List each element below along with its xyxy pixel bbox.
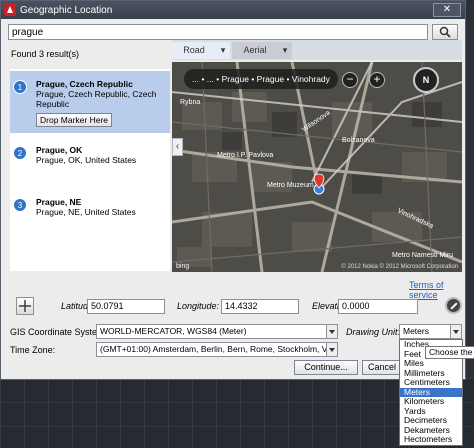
drop-marker-button[interactable]: Drop Marker Here	[36, 113, 113, 127]
result-detail: Prague, OK, United States	[36, 155, 137, 165]
chevron-down-icon	[450, 325, 461, 338]
street-label: Bolzanova	[342, 137, 375, 144]
aerial-options-chevron-down-icon[interactable]: ▾	[278, 42, 292, 59]
title-bar: Geographic Location ✕	[1, 1, 465, 19]
autocad-logo-icon	[4, 4, 16, 16]
map-provider-logo: bing	[176, 263, 190, 270]
result-title: Prague, Czech Republic	[36, 79, 133, 89]
coordinates-row: Latitude: 50.0791 Longitude: 14.4332 Ele…	[10, 297, 462, 315]
zoom-in-button[interactable]: +	[369, 72, 385, 88]
cancel-button[interactable]: Cancel	[362, 360, 402, 375]
result-detail: Prague, Czech Republic, Czech Republic	[36, 89, 157, 109]
gis-coordinate-system-select[interactable]: WORLD-MERCATOR, WGS84 (Meter)	[96, 324, 338, 339]
continue-button[interactable]: Continue...	[294, 360, 358, 375]
result-number-badge: 2	[13, 146, 27, 160]
map-copyright: © 2012 Nokia © 2012 Microsoft Corporatio…	[341, 264, 458, 270]
gis-coordinate-system-label: GIS Coordinate System:	[10, 327, 108, 337]
longitude-field[interactable]: 14.4332	[221, 299, 299, 314]
results-count: Found 3 result(s)	[11, 49, 80, 59]
location-breadcrumb[interactable]: ... • ... • Prague • Prague • Vinohrady	[184, 69, 338, 89]
collapse-results-chevron-left-icon[interactable]: ‹	[172, 138, 183, 156]
drawing-unit-value: Meters	[403, 326, 429, 336]
map-view[interactable]: Wilsonova Metro I.P. Pavlova Metro Muzeu…	[172, 62, 462, 272]
result-number-badge: 1	[13, 80, 27, 94]
street-label: Metro Namesti Miru	[392, 252, 453, 259]
street-label: Rybna	[180, 99, 200, 106]
drawing-unit-select[interactable]: Meters	[399, 324, 462, 339]
search-row	[8, 24, 458, 40]
zoom-out-button[interactable]: −	[342, 72, 358, 88]
street-label: Metro Muzeum	[267, 182, 314, 189]
chevron-down-icon	[326, 343, 337, 356]
time-zone-value: (GMT+01:00) Amsterdam, Berlin, Bern, Rom…	[100, 344, 338, 354]
result-title: Prague, OK	[36, 145, 83, 155]
tab-aerial-label: Aerial	[243, 45, 267, 55]
crosshair-icon	[19, 300, 31, 312]
result-number-badge: 3	[13, 198, 27, 212]
chevron-down-icon	[326, 325, 337, 338]
dialog-title: Geographic Location	[20, 4, 113, 16]
time-zone-label: Time Zone:	[10, 345, 56, 355]
aerial-imagery: Wilsonova Metro I.P. Pavlova Metro Muzeu…	[172, 62, 462, 272]
gis-coordinate-system-value: WORLD-MERCATOR, WGS84 (Meter)	[100, 326, 247, 336]
result-detail: Prague, NE, United States	[36, 207, 136, 217]
compass-icon[interactable]: N	[413, 67, 439, 93]
info-icon[interactable]	[445, 297, 462, 314]
road-options-chevron-down-icon[interactable]: ▾	[216, 42, 230, 59]
search-icon	[439, 26, 451, 38]
crosshair-marker-button[interactable]	[16, 297, 34, 315]
unit-option-hectometers[interactable]: Hectometers	[400, 434, 462, 445]
close-button[interactable]: ✕	[433, 3, 461, 17]
elevation-field[interactable]: 0.0000	[338, 299, 418, 314]
latitude-field[interactable]: 50.0791	[87, 299, 165, 314]
results-list: 1 Prague, Czech Republic Prague, Czech R…	[10, 69, 170, 271]
tab-road-label: Road	[183, 45, 205, 55]
result-item-2[interactable]: 2 Prague, OK Prague, OK, United States	[10, 137, 170, 169]
longitude-label: Longitude:	[177, 301, 220, 311]
result-item-3[interactable]: 3 Prague, NE Prague, NE, United States	[10, 189, 170, 221]
drawing-unit-label: Drawing Unit:	[346, 327, 401, 337]
time-zone-select[interactable]: (GMT+01:00) Amsterdam, Berlin, Bern, Rom…	[96, 342, 338, 357]
street-label: Metro I.P. Pavlova	[217, 152, 273, 159]
map-view-tabs: Road ▾ Aerial ▾	[172, 40, 462, 60]
search-input[interactable]	[8, 24, 428, 40]
result-title: Prague, NE	[36, 197, 82, 207]
unit-tooltip: Choose the unit	[425, 346, 474, 359]
search-button[interactable]	[432, 24, 458, 40]
result-item-1[interactable]: 1 Prague, Czech Republic Prague, Czech R…	[10, 71, 170, 133]
